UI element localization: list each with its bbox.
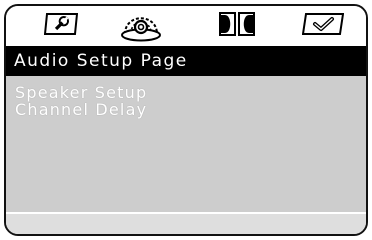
dolby-icon: [219, 12, 255, 36]
osd-screen: Audio Setup Page Speaker Setup Channel D…: [4, 4, 368, 236]
tab-audio-setup[interactable]: [119, 7, 163, 43]
menu-panel: Speaker Setup Channel Delay: [6, 76, 366, 212]
checkmark-icon: [302, 13, 344, 35]
menu-item-speaker-setup[interactable]: Speaker Setup: [15, 84, 147, 101]
tab-preferences[interactable]: [302, 12, 344, 36]
speaker-icon: [121, 17, 161, 42]
menu-item-channel-delay[interactable]: Channel Delay: [15, 101, 147, 118]
page-title: Audio Setup Page: [6, 46, 366, 76]
setup-tab-bar: [6, 6, 366, 46]
status-bar: [6, 212, 366, 234]
tab-dolby-setup[interactable]: [219, 12, 255, 36]
wrench-icon: [44, 13, 78, 35]
tab-general-setup[interactable]: [44, 12, 78, 36]
